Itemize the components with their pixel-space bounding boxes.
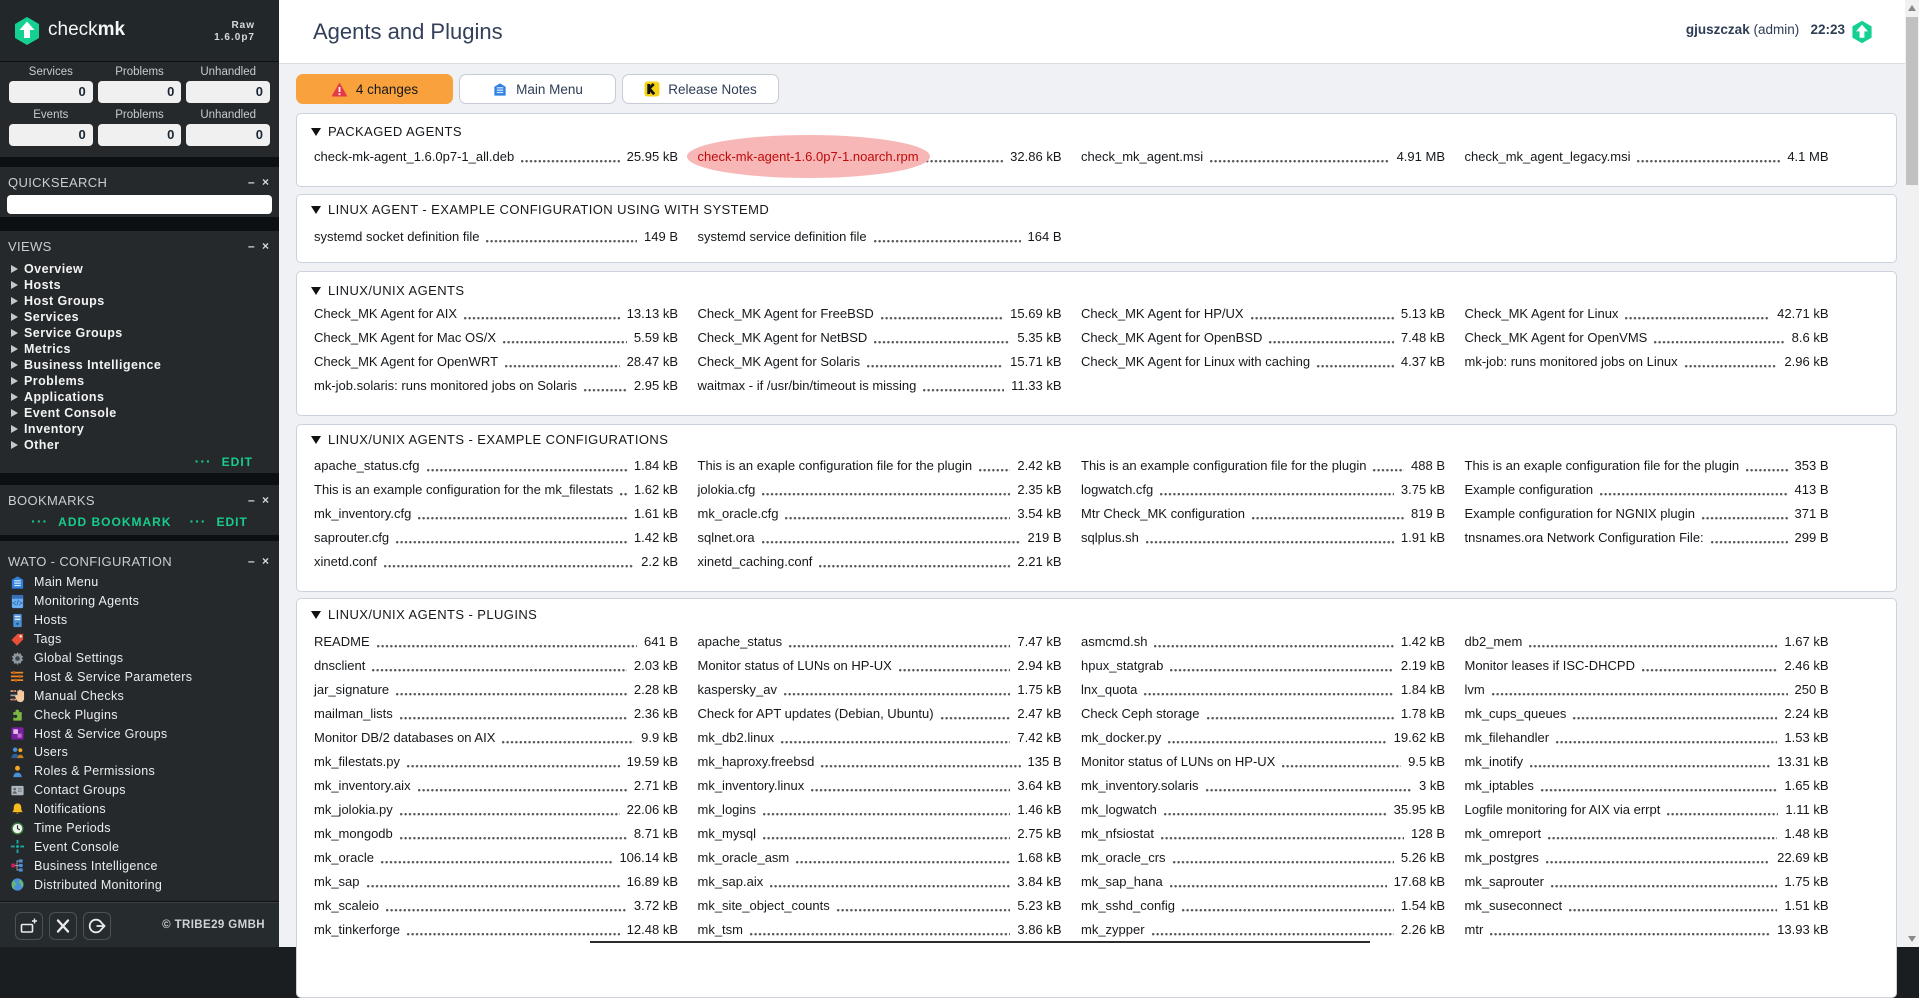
svg-text:</>: </> xyxy=(12,599,23,608)
